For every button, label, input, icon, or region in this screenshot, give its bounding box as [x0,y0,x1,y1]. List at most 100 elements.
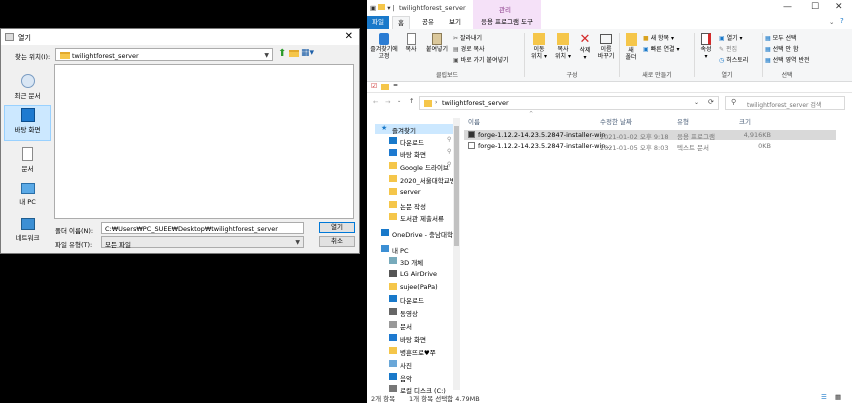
folder-icon[interactable] [381,84,389,90]
manage-tab-header[interactable]: 관리 [473,0,541,16]
view-menu-icon[interactable]: ▦▾ [301,48,314,58]
open-button[interactable]: 열기 [319,222,355,233]
sidebar-item[interactable]: 논문 작성 [375,200,453,211]
sidebar-item[interactable]: 도서관 제출서류 [375,212,453,223]
sidebar-item[interactable]: Google 드라이브 ⚲ [375,161,453,172]
cut-button[interactable]: ✂ 잘라내기 [453,33,482,42]
place-this-pc[interactable]: 내 PC [4,181,51,215]
properties-quick-icon[interactable]: ☑ [371,82,377,90]
sidebar-item[interactable]: server [375,187,453,197]
paste-button[interactable]: 붙여넣기 [423,33,451,53]
chevron-down-icon: ▼ [295,239,300,246]
minimize-icon[interactable]: — [783,2,792,12]
sidebar-item-label: 2020_서울대학교병 [400,177,456,185]
cancel-button[interactable]: 취소 [319,236,355,247]
sidebar-item[interactable]: 2020_서울대학교병 [375,174,456,185]
sidebar-item[interactable]: 사진 [375,359,453,370]
sidebar-item[interactable]: 바탕 화면 ⚲ [375,148,453,159]
back-icon[interactable]: ← [373,98,378,106]
place-desktop[interactable]: 바탕 화면 [4,105,51,141]
filetype-select[interactable]: 모든 파일 ▼ [101,236,304,249]
sidebar-item[interactable]: 다운로드 [375,294,453,305]
select-all-button[interactable]: ▦ 모두 선택 [765,33,797,42]
file-row[interactable]: forge-1.12.2-14.23.5.2847-installer-win 2… [464,130,836,141]
close-icon[interactable]: ✕ [835,2,843,12]
place-documents[interactable]: 문서 [4,145,51,179]
edit-button[interactable]: ✎ 편집 [719,44,737,53]
column-date[interactable]: 수정한 날짜 [600,116,632,126]
sidebar-item-label: 다운로드 [400,297,424,305]
refresh-icon[interactable]: ⟳ [708,98,714,106]
sidebar-item[interactable]: LG AirDrive [375,269,453,279]
sidebar-item[interactable]: 바탕 화면 [375,333,453,344]
file-name: forge-1.12.2-14.23.5.2847-installer-win.… [478,142,612,150]
address-dropdown-icon[interactable]: ⌄ [694,99,699,106]
customize-icon[interactable]: = [393,82,398,89]
copy-button[interactable]: 복사 [401,33,421,53]
tab-home[interactable]: 홈 [392,16,410,29]
pin-icon[interactable]: ⚲ [447,148,451,155]
sidebar-scrollbar[interactable] [453,118,460,390]
new-folder-icon[interactable] [289,50,299,59]
filename-input[interactable]: C:₩Users₩PC_SUEE₩Desktop₩twilightforest_… [101,222,304,234]
sidebar-item-label: 병훈뜨로♥쭈 [400,349,436,357]
navigation-bar: ← → ⌄ ↑ › twilightforest_server ⌄ ⟳ ⚲ tw… [367,94,852,112]
new-item-button[interactable]: ■ 새 항목 ▾ [643,33,674,42]
invert-selection-button[interactable]: ▦ 선택 영역 반전 [765,55,810,64]
history-button[interactable]: ◷ 히스토리 [719,55,748,64]
select-none-button[interactable]: ▦ 선택 안 함 [765,44,799,53]
details-view-icon[interactable]: ☰ [821,393,827,401]
up-folder-icon[interactable]: ⬆ [278,48,286,59]
column-type[interactable]: 유형 [677,116,689,126]
forward-icon[interactable]: → [385,98,390,106]
sidebar-item[interactable]: 병훈뜨로♥쭈 [375,346,453,357]
tab-file[interactable]: 파일 [367,16,389,29]
delete-button[interactable]: ✕ 삭제 ▾ [575,33,595,61]
sidebar-item[interactable]: 3D 개체 [375,256,453,267]
quick-access-button[interactable]: ▣ 빠른 연결 ▾ [643,44,680,53]
sidebar-item[interactable]: 내 PC [375,244,453,255]
look-in-combo[interactable]: twilightforest_server ▼ [55,48,273,61]
pin-quick-access-button[interactable]: 즐겨찾기에 고정 [369,33,399,60]
place-network[interactable]: 네트워크 [4,216,51,250]
chevron-down-icon[interactable]: ⌄ [829,18,834,26]
maximize-icon[interactable]: ☐ [811,2,819,12]
sidebar-item-label: 3D 개체 [400,259,424,267]
sidebar-item[interactable]: 동영상 [375,307,453,318]
large-icons-view-icon[interactable]: ▦ [835,393,841,401]
open-button[interactable]: ▣ 열기 ▾ [719,33,743,42]
file-row[interactable]: forge-1.12.2-14.23.5.2847-installer-win.… [464,141,836,152]
sidebar-item[interactable]: 음악 [375,372,453,383]
up-icon[interactable]: ↑ [409,97,414,105]
file-list-pane[interactable] [54,64,354,219]
sidebar-item[interactable]: sujee(PaPa) [375,282,453,292]
paste-shortcut-button[interactable]: ▣ 바로 가기 붙여넣기 [453,55,509,64]
sidebar-item[interactable]: 다운로드 ⚲ [375,136,453,147]
tab-share[interactable]: 공유 [417,16,439,29]
copy-to-button[interactable]: 복사 위치 ▾ [551,33,575,60]
scrollbar-thumb[interactable] [454,126,459,246]
close-icon[interactable]: ✕ [345,31,353,42]
search-box[interactable]: ⚲ twilightforest_server 검색 [725,96,845,110]
move-to-button[interactable]: 이동 위치 ▾ [527,33,551,60]
help-icon[interactable]: ? [840,17,844,25]
column-name[interactable]: 이름 [468,116,480,126]
rename-button[interactable]: 이름 바꾸기 [595,33,617,60]
sidebar-item[interactable]: 문서 [375,320,453,331]
copy-path-button[interactable]: ▤ 경로 복사 [453,44,485,53]
tab-view[interactable]: 보기 [444,16,466,29]
quick-access-toolbar-icons[interactable]: ▣ ▾ | [370,4,395,12]
address-bar[interactable]: › twilightforest_server ⌄ ⟳ [419,96,719,110]
recent-locations-icon[interactable]: ⌄ [397,98,401,104]
pin-icon[interactable]: ⚲ [447,136,451,143]
pin-icon[interactable]: ⚲ [447,161,451,168]
new-folder-button[interactable]: 새 폴더 [622,33,640,61]
rename-icon [600,34,612,44]
sidebar-item[interactable]: OneDrive - 충남대학교 [375,228,459,239]
sidebar-item[interactable]: ★ 즐겨찾기 [375,124,453,135]
place-recent[interactable]: 최근 문서 [4,72,51,106]
tab-app-tools[interactable]: 응용 프로그램 도구 [473,16,541,29]
column-size[interactable]: 크기 [739,116,751,126]
dialog-app-icon [5,33,14,41]
properties-button[interactable]: 속성 ▾ [697,33,715,60]
